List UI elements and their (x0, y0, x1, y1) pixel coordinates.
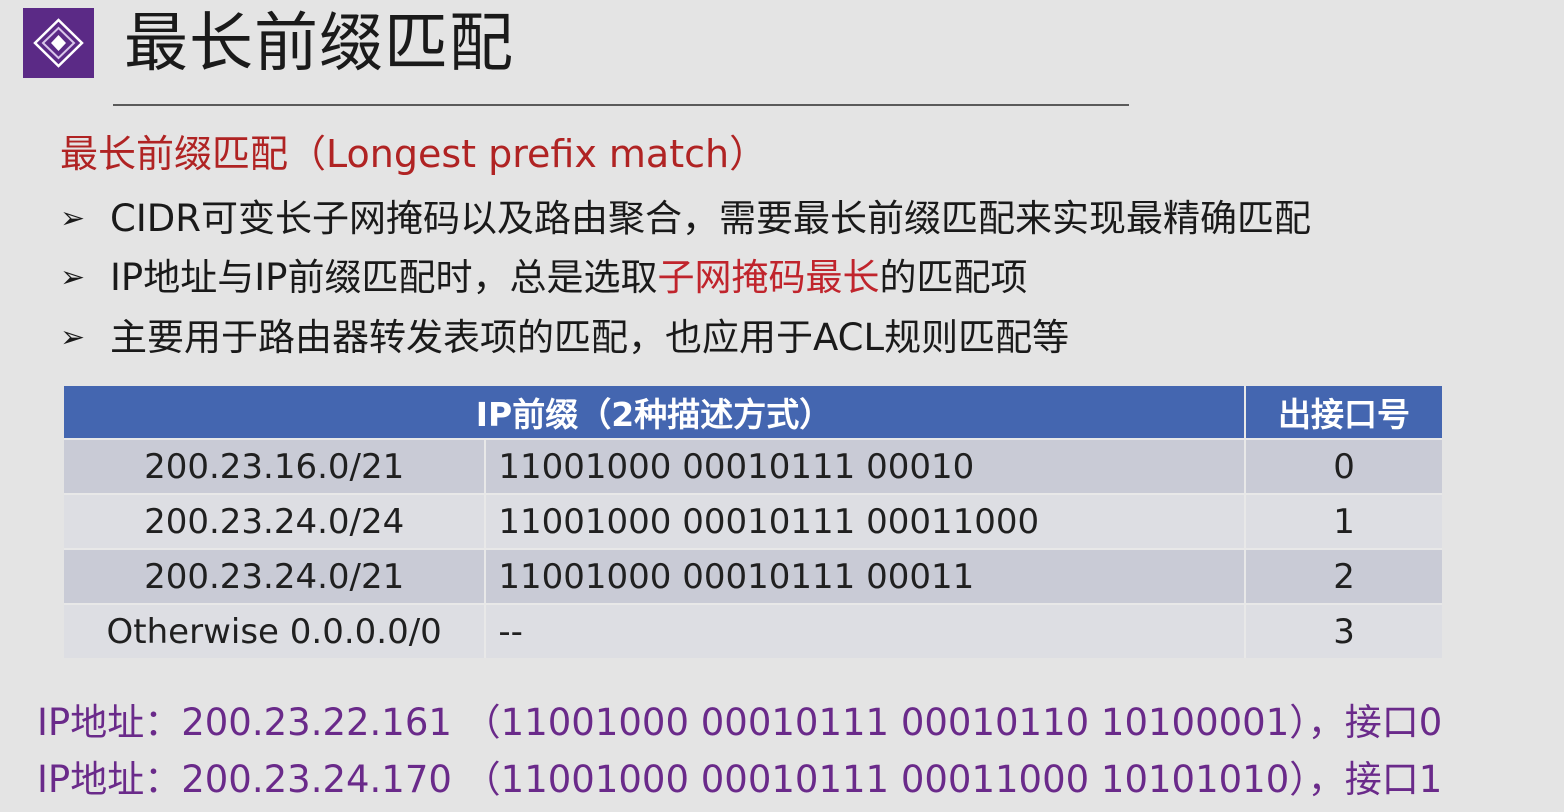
logo-icon (23, 8, 94, 78)
table-header-row: IP前缀（2种描述方式） 出接口号 (64, 386, 1442, 439)
example-ip-line: IP地址：200.23.24.170 （11001000 00010111 00… (37, 758, 1443, 801)
cell-binary: 11001000 00010111 00011000 (485, 493, 1247, 549)
bullet-text: IP地址与IP前缀匹配时，总是选取 (110, 256, 658, 299)
title-divider (113, 104, 1129, 106)
cell-binary: -- (485, 603, 1247, 658)
bullet-highlight: 子网掩码最长 (657, 256, 880, 299)
cell-cidr: 200.23.24.0/24 (64, 493, 487, 549)
bullet-text: 主要用于路由器转发表项的匹配，也应用于ACL规则匹配等 (110, 316, 1070, 359)
bullet-text: 的匹配项 (879, 256, 1028, 299)
cell-port: 1 (1245, 493, 1442, 549)
bullet-item-cidr: ➢ CIDR可变长子网掩码以及路由聚合，需要最长前缀匹配来实现最精确匹配 (60, 194, 1311, 244)
cell-binary: 11001000 00010111 00010 (485, 438, 1247, 494)
cell-cidr: 200.23.24.0/21 (64, 548, 487, 604)
cell-cidr: Otherwise 0.0.0.0/0 (64, 603, 487, 658)
example-ip-line: IP地址：200.23.22.161 （11001000 00010111 00… (37, 701, 1443, 744)
cell-port: 2 (1245, 548, 1442, 604)
bullet-arrow-icon: ➢ (60, 201, 86, 236)
table-row: 200.23.24.0/24 11001000 00010111 0001100… (64, 493, 1442, 549)
bullet-arrow-icon: ➢ (60, 260, 86, 295)
header-ip-prefix: IP前缀（2种描述方式） (64, 386, 1247, 439)
prefix-table: IP前缀（2种描述方式） 出接口号 200.23.16.0/21 1100100… (64, 386, 1442, 658)
cell-port: 0 (1245, 438, 1442, 494)
table-row: Otherwise 0.0.0.0/0 -- 3 (64, 603, 1442, 658)
table-row: 200.23.16.0/21 11001000 00010111 00010 0 (64, 438, 1442, 494)
table-row: 200.23.24.0/21 11001000 00010111 00011 2 (64, 548, 1442, 604)
bullet-item-match-rule: ➢ IP地址与IP前缀匹配时，总是选取子网掩码最长的匹配项 (60, 253, 1027, 303)
bullet-item-usage: ➢ 主要用于路由器转发表项的匹配，也应用于ACL规则匹配等 (60, 313, 1069, 363)
section-subtitle: 最长前缀匹配（Longest prefix match） (60, 132, 768, 176)
bullet-arrow-icon: ➢ (60, 320, 86, 355)
cell-binary: 11001000 00010111 00011 (485, 548, 1247, 604)
bullet-text: CIDR可变长子网掩码以及路由聚合，需要最长前缀匹配来实现最精确匹配 (110, 197, 1311, 240)
cell-port: 3 (1245, 603, 1442, 658)
slide-title: 最长前缀匹配 (124, 7, 514, 81)
header-port: 出接口号 (1245, 386, 1442, 439)
cell-cidr: 200.23.16.0/21 (64, 438, 487, 494)
